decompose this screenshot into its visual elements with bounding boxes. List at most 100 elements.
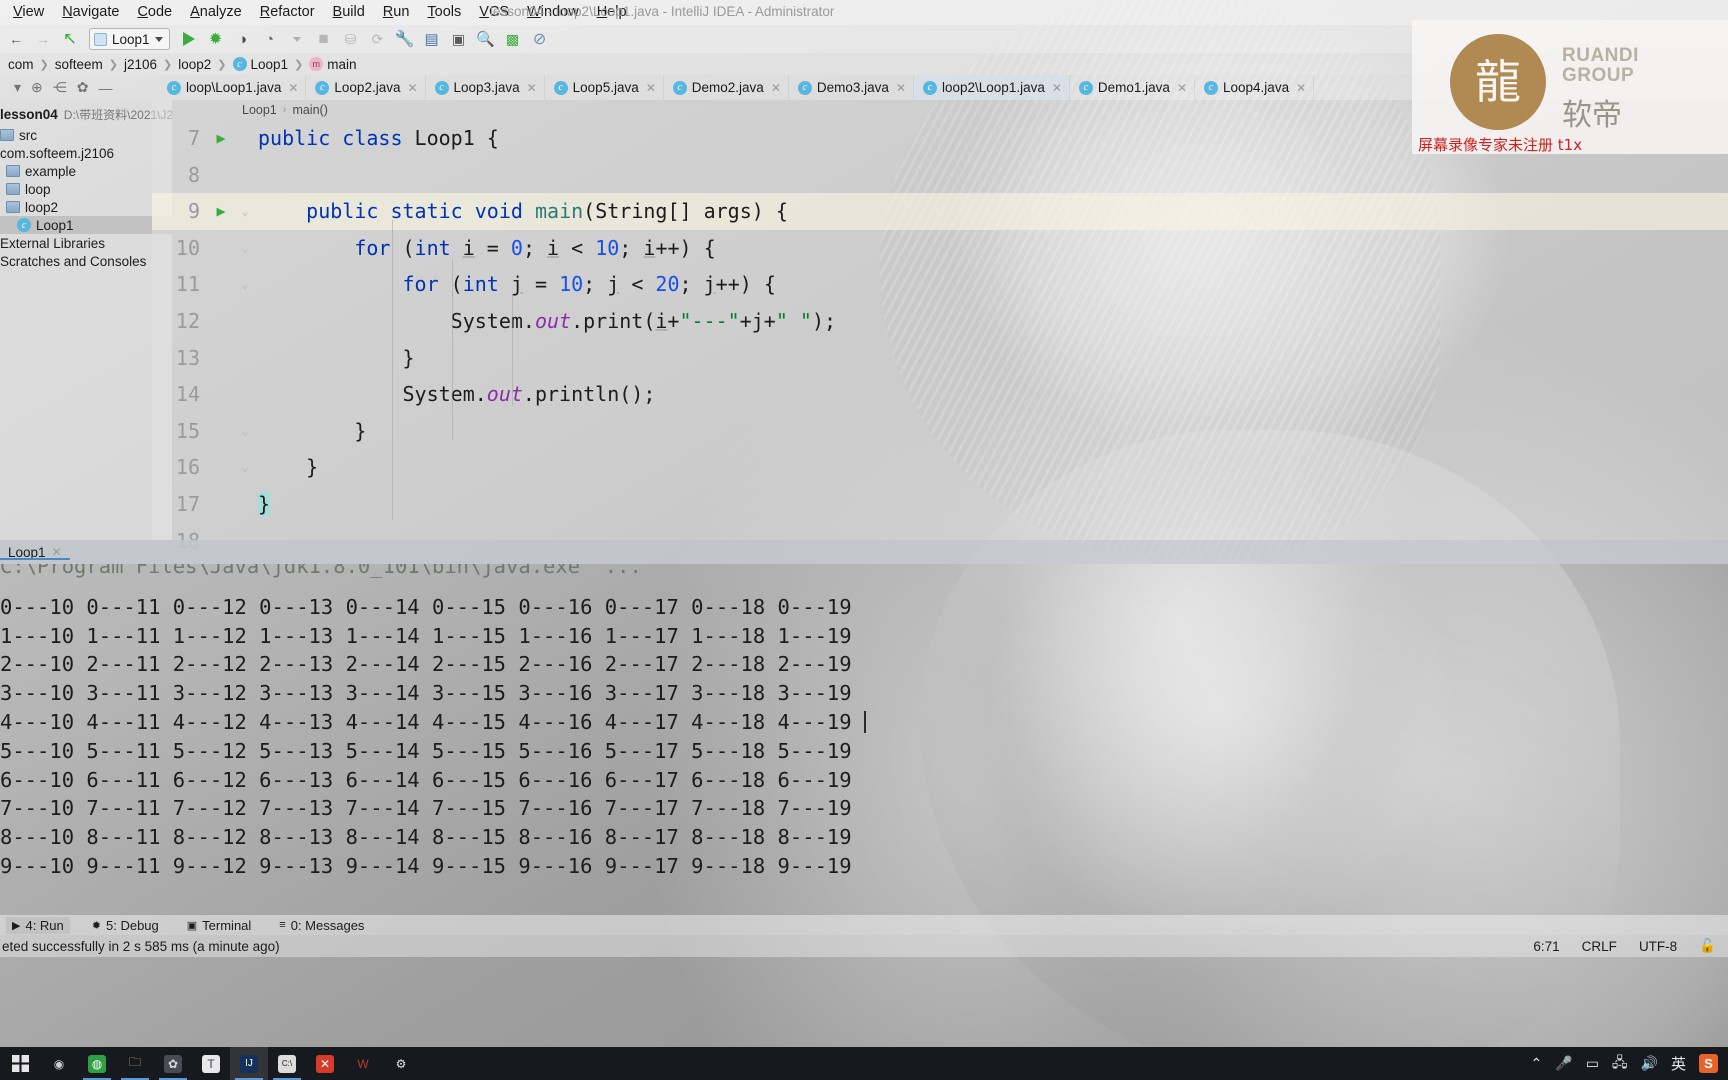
wrench-settings-icon[interactable]: 🔧	[393, 27, 417, 51]
tree-item-loop2[interactable]: loop2	[0, 198, 172, 216]
gear-icon[interactable]: ⚙	[382, 1047, 420, 1080]
close-icon[interactable]: ✕	[288, 81, 298, 95]
hide-icon[interactable]: —	[99, 80, 113, 96]
editor-tab[interactable]: c Demo1.java ✕	[1070, 75, 1196, 100]
editor-tab[interactable]: c loop2\Loop1.java ✕	[914, 75, 1070, 100]
encoding[interactable]: UTF-8	[1639, 939, 1677, 954]
editor-tab[interactable]: c Loop4.java ✕	[1195, 75, 1315, 100]
typora-icon[interactable]: T	[192, 1047, 230, 1080]
editor-tab[interactable]: c Loop5.java ✕	[545, 75, 664, 100]
sogou-input-icon[interactable]: S	[1699, 1054, 1718, 1073]
stop-icon[interactable]: ■	[312, 27, 336, 51]
sync-icon[interactable]: ⟳	[366, 27, 390, 51]
gutter-run-icon[interactable]: ▶	[208, 120, 234, 157]
code-line[interactable]: 8	[152, 157, 1728, 194]
file-explorer-icon[interactable]: 🗀	[116, 1047, 154, 1080]
unlocked-icon[interactable]: 🔓	[1699, 938, 1716, 954]
caret-position[interactable]: 6:71	[1533, 939, 1559, 954]
tool-window-button[interactable]: ▶ 4: Run	[6, 916, 70, 934]
terminal-icon[interactable]: ▣	[447, 27, 471, 51]
code-line[interactable]: 9 ▶ ⌄ public static void main(String[] arg…	[152, 193, 1728, 230]
code-line[interactable]: 16 ⌄ }	[152, 449, 1728, 486]
editor-tab[interactable]: c Loop2.java ✕	[306, 75, 426, 100]
close-icon[interactable]: ✕	[1052, 81, 1062, 95]
settings-gear-icon[interactable]: ✿	[77, 79, 89, 96]
tree-item-external-libraries[interactable]: External Libraries	[0, 234, 172, 252]
gutter-run-icon[interactable]: ▶	[208, 193, 234, 230]
intellij-idea-icon[interactable]: IJ	[230, 1047, 268, 1080]
fold-marker-icon[interactable]: ⌄	[234, 230, 256, 267]
code-line[interactable]: 10 ⌄ for (int i = 0; i < 10; i++) {	[152, 230, 1728, 267]
code-line[interactable]: 12 System.out.print(i+"---"+j+" ");	[152, 303, 1728, 340]
battery-icon[interactable]: ▭	[1586, 1055, 1599, 1072]
menu-navigate[interactable]: Navigate	[53, 2, 128, 24]
windows-start-icon[interactable]	[0, 1047, 40, 1080]
chrome-icon[interactable]: ◍	[78, 1047, 116, 1080]
project-root-row[interactable]: lesson04 D:\带班资料\2021\J2106\	[0, 100, 172, 126]
tree-item-loop[interactable]: loop	[0, 180, 172, 198]
tool-window-button[interactable]: ≡ 0: Messages	[273, 917, 370, 934]
close-icon[interactable]: ✕	[771, 81, 781, 95]
close-icon[interactable]: ✕	[896, 81, 906, 95]
line-separator[interactable]: CRLF	[1582, 939, 1617, 954]
build-icon[interactable]: ⛁	[339, 27, 363, 51]
code-lines[interactable]: 7 ▶ public class Loop1 {8 9 ▶ ⌄ public static…	[152, 120, 1728, 553]
tree-item-loop1[interactable]: c Loop1	[0, 216, 172, 234]
code-line[interactable]: 15 ⌄ }	[152, 413, 1728, 450]
show-hidden-icons-icon[interactable]: ⌃	[1531, 1055, 1543, 1072]
close-icon[interactable]: ✕	[407, 81, 417, 95]
close-icon[interactable]: ✕	[646, 81, 656, 95]
network-icon[interactable]: 🖧	[1612, 1052, 1628, 1076]
run-icon[interactable]	[177, 27, 201, 51]
memory-monitor-icon[interactable]: ▩	[501, 27, 525, 51]
search-everywhere-icon[interactable]: 🔍	[474, 27, 498, 51]
locate-icon[interactable]: ⊕	[31, 79, 43, 96]
menu-view[interactable]: View	[4, 2, 53, 24]
breadcrumb-item-loop2[interactable]: loop2	[172, 57, 217, 72]
undo-icon[interactable]: ↖	[58, 27, 82, 51]
debug-icon[interactable]: ✹	[204, 27, 228, 51]
editor-breadcrumb-method[interactable]: main()	[292, 103, 327, 117]
command-prompt-icon[interactable]: C:\	[268, 1047, 306, 1080]
code-line[interactable]: 13 }	[152, 340, 1728, 377]
editor-tab[interactable]: c loop\Loop1.java ✕	[158, 75, 307, 100]
profiler-icon[interactable]: ◔	[258, 27, 282, 51]
fold-marker-icon[interactable]: ⌄	[234, 449, 256, 486]
chevron-down-icon[interactable]: ▾	[14, 79, 21, 96]
search-icon[interactable]: ◉	[40, 1047, 78, 1080]
no-entry-icon[interactable]: ⊘	[528, 27, 552, 51]
fold-marker-icon[interactable]: ⌄	[234, 193, 256, 230]
microphone-icon[interactable]: 🎤	[1555, 1055, 1572, 1072]
tree-item-com-softeem-j2106[interactable]: com.softeem.j2106	[0, 144, 172, 162]
console-output[interactable]: C:\Program Files\Java\jdk1.8.0_101\bin\j…	[0, 564, 1728, 924]
close-icon[interactable]: ✕	[52, 545, 62, 559]
code-line[interactable]: 11 ⌄ for (int j = 10; j < 20; j++) {	[152, 266, 1728, 303]
tree-item-scratches-and-consoles[interactable]: Scratches and Consoles	[0, 252, 172, 270]
code-line[interactable]: 17}	[152, 486, 1728, 523]
close-icon[interactable]: ✕	[1177, 81, 1187, 95]
collapse-all-icon[interactable]: ⋲	[53, 79, 67, 96]
menu-refactor[interactable]: Refactor	[251, 2, 324, 24]
menu-build[interactable]: Build	[324, 2, 374, 24]
settings-app-icon[interactable]: ✿	[154, 1047, 192, 1080]
breadcrumb-item-com[interactable]: com	[2, 57, 40, 72]
code-editor[interactable]: Loop1 › main() 7 ▶ public class Loop1 {8 9 ▶…	[152, 100, 1728, 553]
tree-item-src[interactable]: src	[0, 126, 172, 144]
close-icon[interactable]: ✕	[527, 81, 537, 95]
editor-tab[interactable]: c Demo3.java ✕	[789, 75, 914, 100]
profiler-dropdown-icon[interactable]	[285, 27, 309, 51]
back-arrow-icon[interactable]: ←	[4, 27, 28, 51]
ime-language-icon[interactable]: 英	[1671, 1053, 1686, 1074]
fold-marker-icon[interactable]: ⌄	[234, 413, 256, 450]
breadcrumb-item-main[interactable]: m main	[303, 57, 362, 72]
tool-window-button[interactable]: ▣ Terminal	[181, 917, 258, 934]
run-configuration-selector[interactable]: Loop1	[89, 28, 170, 50]
forward-arrow-icon[interactable]: →	[31, 27, 55, 51]
wps-icon[interactable]: W	[344, 1047, 382, 1080]
editor-tab[interactable]: c Loop3.java ✕	[426, 75, 545, 100]
breadcrumb-item-softeem[interactable]: softeem	[49, 57, 109, 72]
menu-run[interactable]: Run	[374, 2, 419, 24]
run-tab-loop1[interactable]: Loop1 ✕	[0, 545, 70, 560]
menu-analyze[interactable]: Analyze	[181, 2, 251, 24]
run-with-coverage-icon[interactable]: ◑	[231, 27, 255, 51]
